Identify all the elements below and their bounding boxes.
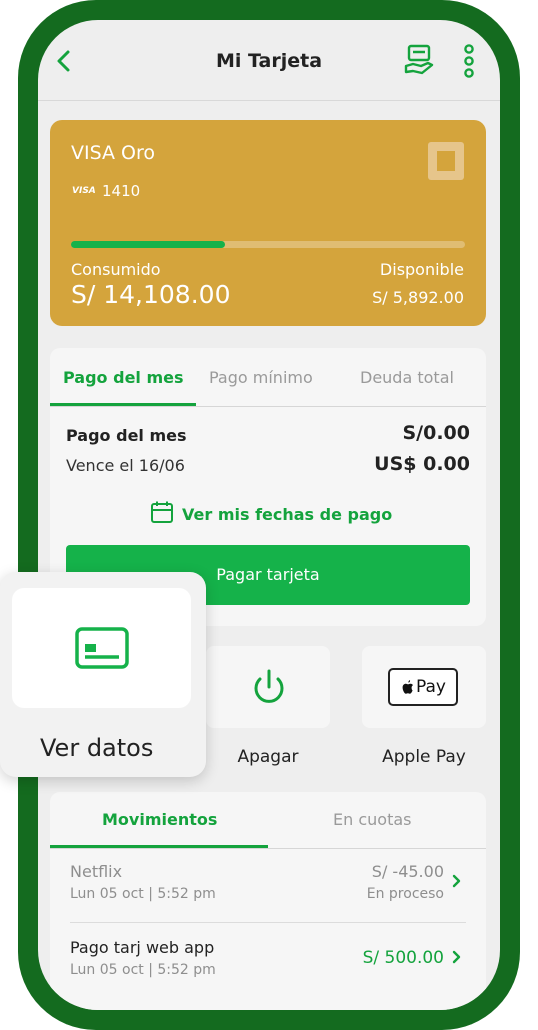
power-off-button[interactable]	[206, 646, 330, 728]
movements-tab-indicator	[50, 845, 268, 848]
apple-pay-badge: Pay	[416, 677, 446, 697]
payment-dates-label: Ver mis fechas de pago	[182, 504, 393, 524]
movement-title: Netflix	[70, 862, 123, 881]
payment-amount-pen: S/0.00	[402, 422, 470, 444]
tab-pago-del-mes[interactable]: Pago del mes	[63, 368, 184, 387]
usage-bar	[71, 241, 465, 248]
payment-tabs: Pago del mes Pago mínimo Deuda total	[50, 348, 486, 407]
movement-amount: S/ -45.00	[371, 862, 444, 881]
view-details-label: Ver datos	[40, 734, 154, 762]
apple-pay-button[interactable]: Pay	[362, 646, 486, 728]
movement-status: En proceso	[366, 886, 444, 902]
card-name: VISA Oro	[71, 142, 156, 164]
tab-en-cuotas[interactable]: En cuotas	[333, 810, 411, 829]
row-divider	[70, 922, 466, 923]
consumed-label: Consumido	[71, 260, 161, 279]
movement-row[interactable]: Netflix Lun 05 oct | 5:52 pm S/ -45.00 E…	[70, 850, 466, 922]
movement-row[interactable]: Pago tarj web app Lun 05 oct | 5:52 pm S…	[70, 926, 466, 998]
payment-amount-usd: US$ 0.00	[374, 453, 470, 475]
view-details-icon-box	[12, 588, 191, 708]
available-amount: S/ 5,892.00	[372, 288, 464, 307]
card-chip-icon	[428, 142, 464, 180]
power-icon	[250, 668, 288, 710]
view-details-button[interactable]: Ver datos	[0, 572, 206, 777]
header: Mi Tarjeta	[38, 20, 500, 101]
movement-date: Lun 05 oct | 5:52 pm	[70, 886, 216, 902]
tab-movimientos[interactable]: Movimientos	[102, 810, 217, 829]
movement-amount: S/ 500.00	[362, 948, 444, 968]
payment-label: Pago del mes	[66, 426, 187, 445]
apple-pay-icon: Pay	[388, 668, 458, 706]
card-hand-icon[interactable]	[404, 44, 434, 80]
movement-title: Pago tarj web app	[70, 938, 215, 957]
tab-deuda-total[interactable]: Deuda total	[360, 368, 454, 387]
calendar-icon	[150, 500, 174, 528]
power-off-label: Apagar	[237, 747, 299, 767]
visa-logo: VISA	[72, 186, 96, 196]
more-options-icon[interactable]	[462, 44, 476, 82]
credit-card[interactable]: VISA Oro VISA 1410 Consumido S/ 14,108.0…	[50, 120, 486, 326]
tab-active-indicator	[50, 403, 196, 406]
tab-pago-minimo[interactable]: Pago mínimo	[209, 368, 313, 387]
movements-panel: Movimientos En cuotas Netflix Lun 05 oct…	[50, 792, 486, 1010]
movement-date: Lun 05 oct | 5:52 pm	[70, 962, 216, 978]
available-label: Disponible	[379, 260, 464, 279]
apple-pay-label: Apple Pay	[382, 747, 466, 767]
payment-due-date: Vence el 16/06	[66, 456, 185, 475]
payment-dates-link[interactable]: Ver mis fechas de pago	[150, 500, 392, 528]
card-details-icon	[75, 627, 129, 673]
card-last-digits: 1410	[102, 182, 141, 200]
chevron-right-icon	[452, 950, 462, 968]
usage-bar-fill	[71, 241, 225, 248]
consumed-amount: S/ 14,108.00	[71, 280, 231, 309]
chevron-right-icon	[452, 874, 462, 892]
movements-tabs: Movimientos En cuotas	[50, 792, 486, 849]
app-screen: Mi Tarjeta VISA Oro VISA 1410 Consumido …	[38, 20, 500, 1010]
